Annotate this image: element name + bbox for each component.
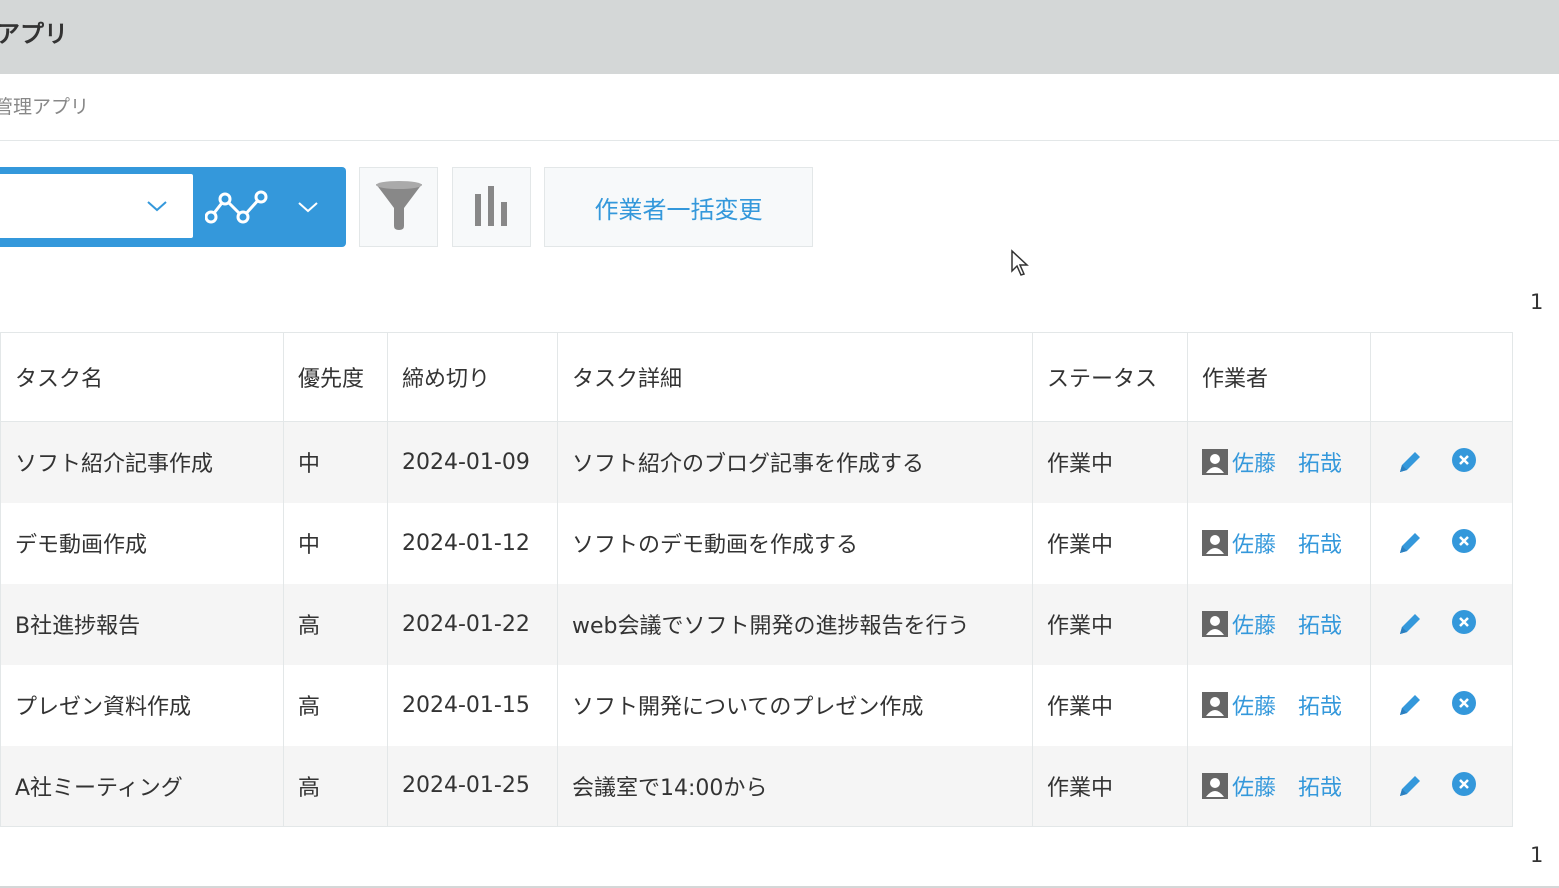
cell-status: 作業中 <box>1032 583 1188 665</box>
records-table: タスク名 優先度 締め切り タスク詳細 ステータス 作業者 ソフト紹介記事作成 … <box>0 332 1513 827</box>
cell-actions <box>1370 745 1513 827</box>
cell-deadline: 2024-01-12 <box>387 502 558 584</box>
cell-deadline: 2024-01-09 <box>387 421 558 503</box>
pencil-icon[interactable] <box>1395 528 1425 558</box>
cell-assignee: 佐藤 拓哉 <box>1187 745 1371 827</box>
table-row: A社ミーティング 高 2024-01-25 会議室で14:00から 作業中 佐藤… <box>0 745 1513 827</box>
assignee-link[interactable]: 佐藤 拓哉 <box>1232 608 1342 640</box>
bar-chart-icon <box>475 186 507 226</box>
cell-status: 作業中 <box>1032 664 1188 746</box>
cell-priority: 中 <box>283 421 388 503</box>
table-row: デモ動画作成 中 2024-01-12 ソフトのデモ動画を作成する 作業中 佐藤… <box>0 502 1513 584</box>
filter-button[interactable] <box>359 167 438 247</box>
user-icon <box>1202 611 1228 637</box>
cell-assignee: 佐藤 拓哉 <box>1187 421 1371 503</box>
cell-detail: ソフト紹介のブログ記事を作成する <box>557 421 1033 503</box>
column-header-task[interactable]: タスク名 <box>0 332 284 422</box>
column-header-assignee[interactable]: 作業者 <box>1187 332 1371 422</box>
cell-priority: 高 <box>283 583 388 665</box>
assignee-link[interactable]: 佐藤 拓哉 <box>1232 527 1342 559</box>
column-header-detail[interactable]: タスク詳細 <box>557 332 1033 422</box>
column-header-actions <box>1370 332 1513 422</box>
column-header-deadline[interactable]: 締め切り <box>387 332 558 422</box>
breadcrumb-divider <box>0 140 1559 141</box>
view-select-dropdown[interactable] <box>0 174 193 238</box>
pencil-icon[interactable] <box>1395 609 1425 639</box>
pencil-icon[interactable] <box>1395 690 1425 720</box>
filter-icon <box>376 181 422 230</box>
cell-task: デモ動画作成 <box>0 502 284 584</box>
cell-assignee: 佐藤 拓哉 <box>1187 583 1371 665</box>
pencil-icon[interactable] <box>1395 447 1425 477</box>
cell-task: A社ミーティング <box>0 745 284 827</box>
cell-detail: ソフト開発についてのプレゼン作成 <box>557 664 1033 746</box>
cell-priority: 高 <box>283 664 388 746</box>
column-header-priority[interactable]: 優先度 <box>283 332 388 422</box>
column-header-status[interactable]: ステータス <box>1032 332 1188 422</box>
assignee-link[interactable]: 佐藤 拓哉 <box>1232 446 1342 478</box>
pencil-icon[interactable] <box>1395 771 1425 801</box>
view-selector[interactable] <box>0 167 346 247</box>
cell-deadline: 2024-01-25 <box>387 745 558 827</box>
line-graph-icon[interactable] <box>205 187 273 229</box>
cell-actions <box>1370 664 1513 746</box>
table-header-row: タスク名 優先度 締め切り タスク詳細 ステータス 作業者 <box>0 332 1513 422</box>
breadcrumb[interactable]: 管理アプリ <box>0 92 89 119</box>
close-circle-icon[interactable] <box>1449 447 1479 477</box>
cell-detail: web会議でソフト開発の進捗報告を行う <box>557 583 1033 665</box>
table-row: プレゼン資料作成 高 2024-01-15 ソフト開発についてのプレゼン作成 作… <box>0 664 1513 746</box>
cell-assignee: 佐藤 拓哉 <box>1187 664 1371 746</box>
assignee-link[interactable]: 佐藤 拓哉 <box>1232 689 1342 721</box>
cell-detail: 会議室で14:00から <box>557 745 1033 827</box>
user-icon <box>1202 530 1228 556</box>
cell-deadline: 2024-01-15 <box>387 664 558 746</box>
cell-priority: 中 <box>283 502 388 584</box>
graph-button[interactable] <box>452 167 531 247</box>
cell-actions <box>1370 421 1513 503</box>
cell-status: 作業中 <box>1032 745 1188 827</box>
cell-status: 作業中 <box>1032 502 1188 584</box>
cell-task: B社進捗報告 <box>0 583 284 665</box>
user-icon <box>1202 692 1228 718</box>
table-row: B社進捗報告 高 2024-01-22 web会議でソフト開発の進捗報告を行う … <box>0 583 1513 665</box>
close-circle-icon[interactable] <box>1449 528 1479 558</box>
cell-task: ソフト紹介記事作成 <box>0 421 284 503</box>
assignee-link[interactable]: 佐藤 拓哉 <box>1232 770 1342 802</box>
user-icon <box>1202 772 1228 799</box>
cell-deadline: 2024-01-22 <box>387 583 558 665</box>
app-header: アプリ <box>0 0 1559 74</box>
close-circle-icon[interactable] <box>1449 609 1479 639</box>
cell-detail: ソフトのデモ動画を作成する <box>557 502 1033 584</box>
pagination-bottom: 1 <box>1530 843 1544 867</box>
cursor-icon <box>1011 249 1029 276</box>
cell-actions <box>1370 583 1513 665</box>
close-circle-icon[interactable] <box>1449 771 1479 801</box>
cell-task: プレゼン資料作成 <box>0 664 284 746</box>
app-title: アプリ <box>0 20 68 48</box>
bulk-change-assignee-button[interactable]: 作業者一括変更 <box>544 167 813 247</box>
chevron-down-icon[interactable] <box>145 198 169 214</box>
user-icon <box>1202 449 1228 476</box>
close-circle-icon[interactable] <box>1449 690 1479 720</box>
cell-status: 作業中 <box>1032 421 1188 503</box>
pagination-top: 1 <box>1530 290 1544 314</box>
cell-actions <box>1370 502 1513 584</box>
cell-priority: 高 <box>283 745 388 827</box>
table-row: ソフト紹介記事作成 中 2024-01-09 ソフト紹介のブログ記事を作成する … <box>0 421 1513 503</box>
cell-assignee: 佐藤 拓哉 <box>1187 502 1371 584</box>
graph-chevron-down-icon[interactable] <box>296 199 320 215</box>
